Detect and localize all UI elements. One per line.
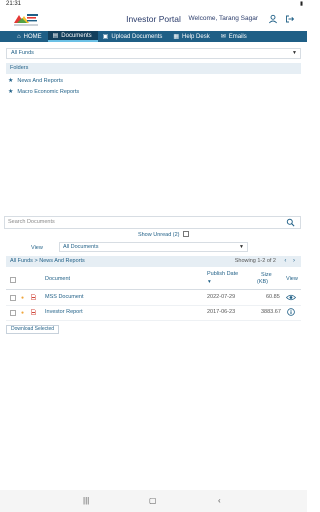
star-icon: ★ — [8, 78, 14, 84]
funds-select-value: All Funds — [11, 50, 34, 56]
search-icon[interactable] — [286, 218, 295, 227]
nav-emails-label: Emails — [228, 33, 247, 40]
unread-dot-icon: ● — [21, 310, 25, 316]
pagination-controls: ‹ › — [284, 256, 295, 267]
document-link[interactable]: MSS Document — [45, 294, 84, 301]
nav-documents-label: Documents — [61, 32, 92, 39]
view-select-value: All Documents — [63, 244, 99, 250]
row-divider — [6, 305, 301, 306]
pdf-file-icon — [31, 309, 36, 315]
home-button-icon[interactable]: ▢ — [149, 496, 157, 505]
system-nav-bar: ||| ▢ ‹ — [0, 490, 307, 512]
nav-home-label: HOME — [23, 33, 42, 40]
upload-icon: ▣ — [102, 34, 109, 40]
pdf-file-icon — [31, 294, 36, 300]
breadcrumb-separator: > — [34, 258, 38, 264]
page-title: Investor Portal — [126, 14, 181, 24]
column-header-publish-date[interactable]: Publish Date — [207, 271, 238, 278]
view-label: View — [31, 245, 43, 251]
breadcrumb: All Funds > News And Reports Showing 1-2… — [6, 256, 301, 267]
prev-page-button[interactable]: ‹ — [284, 258, 286, 264]
publish-date: 2017-06-23 — [207, 309, 236, 315]
logout-icon[interactable] — [285, 14, 295, 24]
show-unread-label: Show Unread (2) — [137, 232, 180, 238]
search-placeholder: Search Documents — [8, 219, 55, 225]
next-page-button[interactable]: › — [293, 258, 295, 264]
main-nav: ⌂ HOME ▤ Documents ▣ Upload Documents ▦ … — [0, 31, 307, 42]
pagination-summary: Showing 1-2 of 2 — [234, 258, 276, 264]
documents-icon: ▤ — [52, 33, 59, 39]
home-icon: ⌂ — [17, 33, 21, 40]
folders-heading: Folders — [6, 63, 301, 74]
download-selected-button[interactable]: Download Selected — [6, 325, 60, 334]
app-header: Investor Portal Welcome, Tarang Sagar — [0, 8, 307, 30]
publish-date: 2022-07-29 — [207, 294, 236, 300]
folder-item-news-and-reports[interactable]: ★ News And Reports — [8, 77, 63, 85]
nav-help-label: Help Desk — [182, 33, 210, 40]
nav-help-desk[interactable]: ▦ Help Desk — [168, 31, 215, 42]
show-unread-checkbox[interactable] — [183, 231, 190, 237]
nav-documents[interactable]: ▤ Documents — [47, 31, 98, 42]
row-checkbox[interactable] — [10, 310, 16, 316]
user-profile-icon[interactable] — [268, 14, 278, 24]
chevron-down-icon: ▼ — [239, 244, 244, 250]
unread-dot-icon: ● — [21, 295, 25, 301]
nav-upload-label: Upload Documents — [111, 33, 163, 40]
column-header-view: View — [286, 276, 298, 282]
nav-emails[interactable]: ✉ Emails — [216, 31, 253, 42]
clock: 21:31 — [6, 1, 22, 7]
star-icon: ★ — [8, 89, 14, 95]
view-select[interactable]: All Documents ▼ — [59, 242, 248, 252]
folder-label: News And Reports — [17, 78, 63, 84]
welcome-text: Welcome, Tarang Sagar — [188, 15, 259, 22]
help-desk-icon: ▦ — [173, 34, 180, 40]
search-input[interactable]: Search Documents — [4, 216, 301, 229]
battery-icon: ▮ — [299, 1, 303, 7]
info-icon[interactable] — [287, 308, 295, 316]
select-all-checkbox[interactable] — [10, 277, 16, 283]
chevron-down-icon: ▼ — [292, 50, 297, 56]
status-bar: 21:31 ▮ — [0, 0, 307, 8]
table-header-divider — [6, 289, 301, 290]
nav-upload-documents[interactable]: ▣ Upload Documents — [98, 31, 169, 42]
folder-label: Macro Economic Reports — [17, 89, 80, 95]
row-checkbox[interactable] — [10, 295, 16, 301]
view-eye-icon[interactable] — [286, 294, 296, 301]
column-header-size[interactable]: Size — [261, 272, 272, 279]
email-icon: ✉ — [220, 34, 226, 40]
document-link[interactable]: Investor Report — [45, 309, 83, 316]
nav-home[interactable]: ⌂ HOME — [12, 31, 48, 42]
sort-arrow-icon: ▾ — [208, 279, 211, 285]
breadcrumb-current: News And Reports — [39, 258, 85, 264]
back-icon[interactable]: ‹ — [218, 496, 221, 505]
show-unread-toggle[interactable]: Show Unread (2) — [0, 231, 307, 239]
breadcrumb-root[interactable]: All Funds — [10, 258, 33, 264]
column-header-size-unit: (KB) — [257, 279, 268, 285]
file-size: 60.85 — [266, 294, 280, 300]
funds-select[interactable]: All Funds ▼ — [6, 48, 301, 59]
column-header-document[interactable]: Document — [45, 276, 70, 283]
row-divider — [6, 320, 301, 321]
file-size: 3883.67 — [261, 309, 281, 315]
folder-item-macro-economic-reports[interactable]: ★ Macro Economic Reports — [8, 88, 79, 96]
recents-icon[interactable]: ||| — [83, 496, 89, 505]
